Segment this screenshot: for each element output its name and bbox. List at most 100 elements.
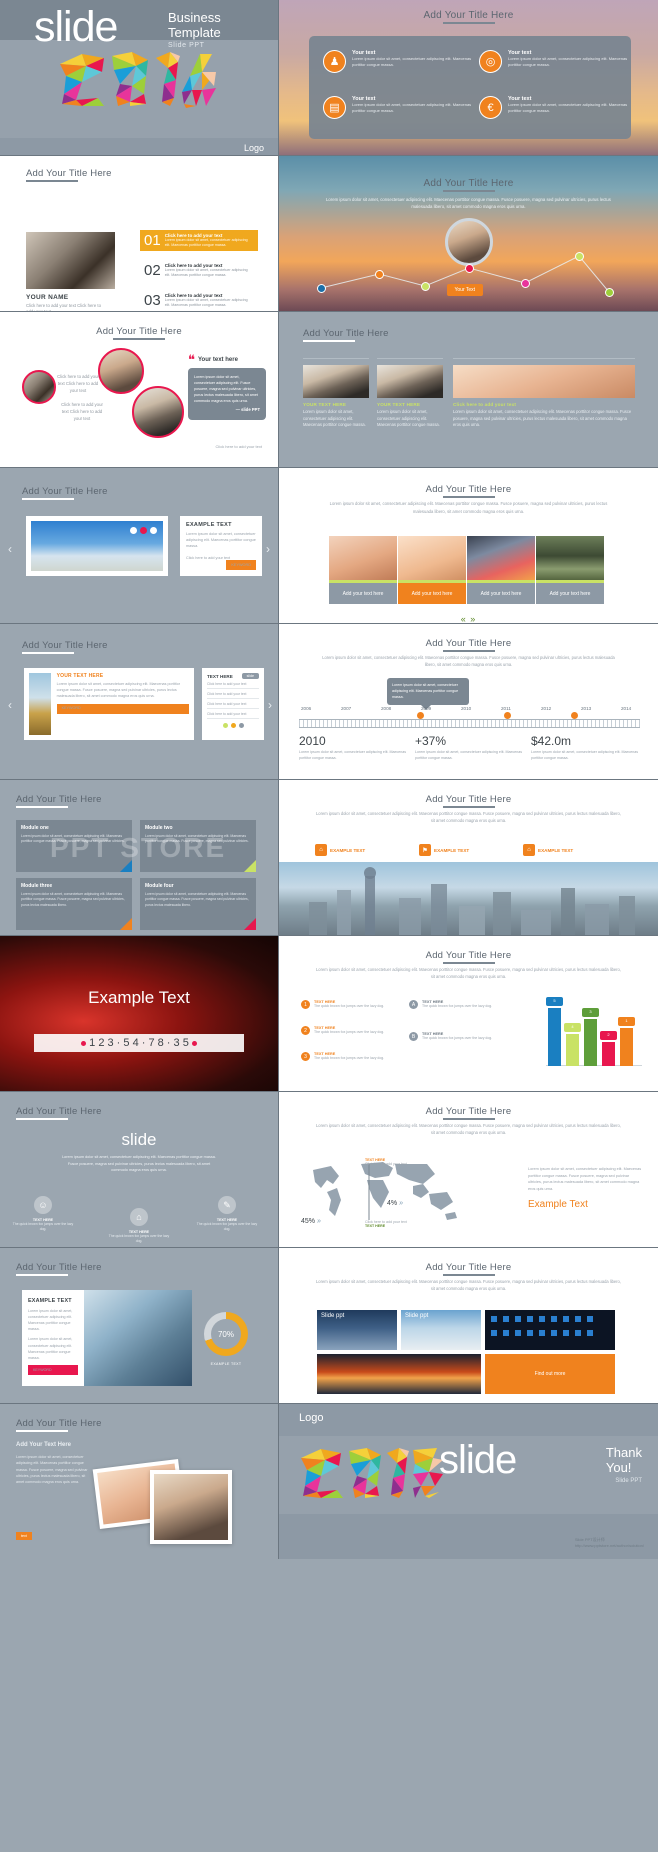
callout-link[interactable]: TEXT HERE [365,1224,425,1228]
timeline-marker[interactable] [571,712,578,719]
card[interactable]: YOUR TEXT HERE Lorem ipsum dolor sit ame… [377,358,443,429]
caption: Click here to add your text Click here t… [57,374,99,393]
slide-world-map[interactable]: Add Your Title Here Lorem ipsum dolor si… [278,1092,658,1247]
carousel-prev-icon[interactable]: ‹ [8,698,12,712]
network-node[interactable] [375,270,384,279]
slide-dark-example[interactable]: Example Text 1 2 3 · 5 4 · 7 8 · 3 5 [0,936,278,1091]
avatar[interactable] [98,348,144,394]
image-tile[interactable]: Add your text here [329,536,397,604]
slide-text-photos[interactable]: Add Your Title Here Add Your Text Here L… [0,1404,278,1559]
slide-carousel[interactable]: Add Your Title Here EXAMPLE TEXT Lorem i… [0,468,278,623]
carousel-dots[interactable] [130,527,157,534]
slide-cover[interactable]: slide Business Template Slide PPT Logo [0,0,278,155]
slide-trophy[interactable]: Add Your Title Here YOUR TEXT HERE Lorem… [0,624,278,779]
module-card[interactable]: Module four Lorem ipsum dolor sit amet, … [140,878,256,930]
panel-dots[interactable] [207,723,259,728]
pencil-icon[interactable]: ✎ [218,1196,236,1214]
tile-image [467,536,535,580]
panel-dot[interactable] [230,723,236,728]
slide-icon-panel[interactable]: Add Your Title Here ♟ Your text Lorem ip… [278,0,658,155]
icon-cell-body: Lorem ipsum dolor sit amet, consectetuer… [508,102,628,113]
keyword-button[interactable]: KEYWORD [56,703,189,714]
list-item[interactable]: B TEXT HERE The quick brown fox jumps ov… [409,1032,504,1041]
grid-tile[interactable]: Slide ppt [401,1310,481,1350]
list-item[interactable]: 1 TEXT HERE The quick brown fox jumps ov… [301,1000,396,1009]
numbered-item[interactable]: 01 Click here to add your text Lorem ips… [140,230,258,251]
slide-photo-grid[interactable]: Add Your Title Here Lorem ipsum dolor si… [278,1248,658,1403]
panel-dot[interactable] [222,723,228,728]
section-body: Lorem ipsum dolor sit amet, consectetuer… [16,1455,88,1485]
example-text-button[interactable]: ⚑ EXAMPLE TEXT [419,844,469,856]
image-tile[interactable]: Add your text here [467,536,535,604]
carousel-dot[interactable] [130,527,137,534]
slide-city[interactable]: Add Your Title Here Lorem ipsum dolor si… [278,780,658,935]
carousel-next-icon[interactable]: › [266,542,270,556]
carousel-prev-icon[interactable]: ‹ [8,542,12,556]
panel-line[interactable]: Click here to add your text [207,689,259,699]
slide-four-tiles[interactable]: Add Your Title Here Lorem ipsum dolor si… [278,468,658,623]
text-button[interactable]: text [16,1532,32,1540]
home-icon[interactable]: ⌂ [130,1208,148,1226]
user-icon[interactable]: ☺ [34,1196,52,1214]
list-item[interactable]: A TEXT HERE The quick brown fox jumps ov… [409,1000,504,1009]
image-tile[interactable]: Add your text here [398,536,466,604]
module-card[interactable]: Module three Lorem ipsum dolor sit amet,… [16,878,132,930]
carousel-dot-active[interactable] [140,527,147,534]
network-node[interactable] [575,252,584,261]
panel-line[interactable]: Click here to add your text [207,709,259,719]
icon-cell[interactable]: € Your text Lorem ipsum dolor sit amet, … [479,96,629,138]
list-item[interactable]: 3 TEXT HERE The quick brown fox jumps ov… [301,1052,396,1061]
grid-tile[interactable] [485,1310,615,1350]
network-node[interactable] [605,288,614,297]
example-text-button[interactable]: ⌂ EXAMPLE TEXT [315,844,365,856]
list-item[interactable]: 2 TEXT HERE The quick brown fox jumps ov… [301,1026,396,1035]
card[interactable]: YOUR TEXT HERE Lorem ipsum dolor sit ame… [303,358,369,429]
grid-tile[interactable]: Slide ppt [317,1310,397,1350]
icon-cell[interactable]: ◎ Your text Lorem ipsum dolor sit amet, … [479,50,629,92]
numbered-item[interactable]: 03 Click here to add your text Lorem ips… [140,290,258,311]
numbered-item[interactable]: 02 Click here to add your text Lorem ips… [140,260,258,281]
panel-dot[interactable] [238,723,244,728]
card-body: Lorem ipsum dolor sit amet, consectetuer… [377,409,440,428]
grid-tile[interactable] [317,1354,481,1394]
network-node[interactable] [317,284,326,293]
network-node[interactable] [521,279,530,288]
page-title: Add Your Title Here [279,484,658,495]
slide-icon-trio[interactable]: Add Your Title Here slide Lorem ipsum do… [0,1092,278,1247]
card-body: Lorem ipsum dolor sit amet, consectetuer… [303,409,366,428]
avatar[interactable] [132,386,184,438]
avatar[interactable] [22,370,56,404]
network-node[interactable] [465,264,474,273]
pager-next-icon[interactable]: » [470,614,476,623]
pager-prev-icon[interactable]: « [461,614,467,623]
photo-frame[interactable] [150,1470,232,1544]
panel-line[interactable]: Click here to add your text [207,679,259,689]
tile-pager[interactable]: « » [279,614,658,623]
timeline-year: 2010 [461,706,472,711]
carousel-dot[interactable] [150,527,157,534]
slide-team-quote[interactable]: Add Your Title Here Click here to add yo… [0,312,278,467]
keyword-button[interactable]: KEYWORD [226,559,256,570]
slide-closing[interactable]: Logo slide Thank You! Slide PPT Slide PP… [278,1404,658,1559]
slide-profile-network[interactable]: Add Your Title Here Lorem ipsum dolor si… [278,156,658,311]
panel-pill[interactable]: slide [241,673,259,679]
icon-cell[interactable]: ▤ Your text Lorem ipsum dolor sit amet, … [323,96,473,138]
keyword-button[interactable]: KEYWORD [28,1364,78,1375]
find-out-more-button[interactable]: Find out more [485,1354,615,1394]
example-text-button[interactable]: ⌂ EXAMPLE TEXT [523,844,573,856]
your-text-button[interactable]: Your Text [446,284,484,296]
image-tile[interactable]: Add your text here [536,536,604,604]
slide-glass-donut[interactable]: Add Your Title Here EXAMPLE TEXT Lorem i… [0,1248,278,1403]
slide-three-cards[interactable]: Add Your Title Here YOUR TEXT HERE Lorem… [278,312,658,467]
card[interactable]: Click here to add your text Lorem ipsum … [453,358,635,429]
slide-timeline[interactable]: Add Your Title Here Lorem ipsum dolor si… [278,624,658,779]
panel-line[interactable]: Click here to add your text [207,699,259,709]
slide-bar-chart[interactable]: Add Your Title Here Lorem ipsum dolor si… [278,936,658,1091]
network-node[interactable] [421,282,430,291]
slide-modules[interactable]: Add Your Title Here Module one Lorem ips… [0,780,278,935]
carousel-next-icon[interactable]: › [268,698,272,712]
timeline-marker[interactable] [504,712,511,719]
timeline-marker[interactable] [417,712,424,719]
icon-cell[interactable]: ♟ Your text Lorem ipsum dolor sit amet, … [323,50,473,92]
slide-numbered-list[interactable]: Add Your Title Here YOUR NAME Click here… [0,156,278,311]
